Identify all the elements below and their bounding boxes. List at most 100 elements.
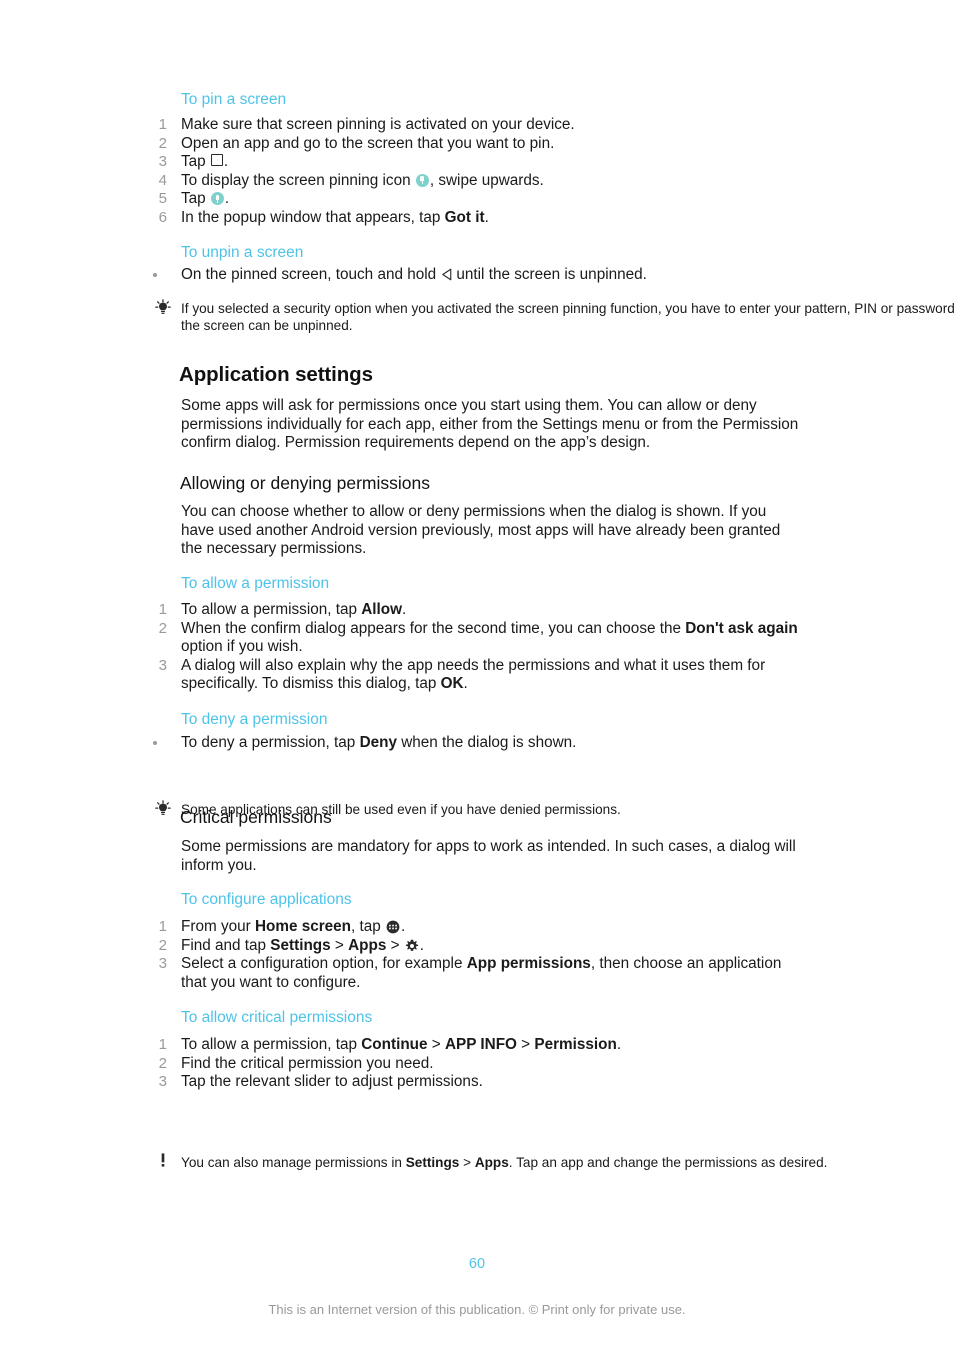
steps-deny-a-permission: To deny a permission, tap Deny when the …	[0, 734, 954, 753]
section-unpin-a-screen: To unpin a screen	[0, 243, 954, 262]
procedure-heading-allow-critical-permissions: To allow critical permissions	[181, 1009, 373, 1026]
step-item: 3 A dialog will also explain why the app…	[0, 657, 954, 694]
step-text: Open an app and go to the screen that yo…	[181, 134, 555, 152]
note-emphasis: Settings	[405, 1155, 460, 1170]
step-item: 1 Make sure that screen pinning is activ…	[0, 116, 954, 135]
step-emphasis: Allow	[361, 601, 403, 618]
step-emphasis: Don't ask again	[685, 619, 798, 637]
step-text-pre: From your	[181, 918, 255, 935]
step-text-post: .	[616, 1036, 622, 1053]
step-text: Find the critical permission you need.	[181, 1054, 434, 1072]
steps-configure-applications: 1 From your Home screen, tap . 2 Find an…	[0, 918, 954, 992]
section-allow-critical-permissions: To allow critical permissions	[0, 1008, 954, 1027]
step-emphasis-2: APP INFO	[444, 1036, 517, 1053]
step-item: 3 Select a configuration option, for exa…	[0, 955, 954, 992]
step-item: 2 When the confirm dialog appears for th…	[0, 620, 954, 657]
subsection-heading-critical-permissions: Critical permissions	[180, 807, 332, 827]
bullet-text-post: when the dialog is shown.	[396, 734, 577, 751]
step-text-post: .	[484, 208, 489, 226]
steps-pin-a-screen: 1 Make sure that screen pinning is activ…	[0, 116, 954, 228]
step-text: Make sure that screen pinning is activat…	[181, 116, 575, 133]
step-number: 1	[158, 1036, 167, 1053]
step-emphasis: Got it	[444, 208, 485, 226]
lightbulb-tip-icon	[155, 299, 171, 314]
section-configure-applications: To configure applications	[0, 890, 954, 909]
procedure-heading-deny-a-permission: To deny a permission	[181, 711, 328, 728]
step-item: 2 Open an app and go to the screen that …	[0, 135, 954, 154]
step-text-post: .	[223, 153, 229, 171]
step-separator: >	[330, 936, 349, 954]
bullet-text-pre: To deny a permission, tap	[181, 734, 360, 751]
step-text-pre: When the confirm dialog appears for the …	[181, 619, 686, 637]
step-text-post: .	[401, 918, 406, 935]
step-emphasis: Home screen	[254, 918, 352, 935]
step-text-mid: , tap	[351, 918, 386, 935]
tip-note-unpin: If you selected a security option when y…	[0, 299, 954, 334]
step-number: 3	[158, 153, 167, 171]
back-arrow-icon	[442, 268, 452, 281]
step-number: 6	[158, 208, 167, 226]
gear-icon	[405, 939, 418, 951]
step-text: Tap the relevant slider to adjust permis…	[181, 1073, 483, 1091]
step-text-pre: Tap	[181, 190, 210, 208]
step-text-pre: To display the screen pinning icon	[181, 171, 415, 189]
bullet-emphasis: Deny	[359, 734, 397, 751]
step-text-post: .	[419, 936, 425, 954]
step-number: 2	[158, 1054, 167, 1072]
steps-unpin-a-screen: On the pinned screen, touch and hold unt…	[0, 266, 954, 285]
procedure-heading-pin-a-screen: To pin a screen	[181, 91, 287, 108]
step-number: 2	[158, 134, 167, 152]
step-text-pre: Select a configuration option, for examp…	[181, 955, 467, 973]
paragraph-text: Some permissions are mandatory for apps …	[181, 838, 796, 874]
allowing-denying-intro: You can choose whether to allow or deny …	[0, 503, 954, 559]
step-text-pre: A dialog will also explain why the app n…	[181, 656, 766, 693]
bullet-item: To deny a permission, tap Deny when the …	[0, 734, 954, 753]
step-text-pre: To allow a permission, tap	[181, 1036, 362, 1053]
step-item: 4 To display the screen pinning icon , s…	[0, 172, 954, 191]
step-item: 3 Tap .	[0, 153, 954, 172]
page-title-application-settings: Application settings	[179, 363, 373, 386]
step-number: 1	[158, 918, 167, 935]
step-separator: >	[427, 1036, 445, 1053]
note-separator: >	[459, 1155, 475, 1170]
step-emphasis: Continue	[361, 1036, 428, 1053]
bullet-item: On the pinned screen, touch and hold unt…	[0, 266, 954, 285]
step-emphasis: OK	[440, 675, 464, 693]
document-page: To pin a screen 1 Make sure that screen …	[0, 0, 954, 1350]
step-separator-2: >	[386, 936, 404, 954]
section-pin-a-screen: To pin a screen	[0, 90, 954, 109]
steps-allow-critical-permissions: 1 To allow a permission, tap Continue > …	[0, 1036, 954, 1092]
step-number: 1	[158, 116, 167, 133]
step-item: 1 From your Home screen, tap .	[0, 918, 954, 937]
step-item: 6 In the popup window that appears, tap …	[0, 209, 954, 228]
paragraph-text: You can choose whether to allow or deny …	[181, 503, 781, 558]
step-text-pre: In the popup window that appears, tap	[181, 208, 445, 226]
steps-allow-a-permission: 1 To allow a permission, tap Allow. 2 Wh…	[0, 601, 954, 694]
step-number: 3	[158, 955, 167, 973]
footer-copyright-note: This is an Internet version of this publ…	[268, 1302, 686, 1317]
step-text-post: .	[224, 190, 230, 208]
note-text-post: . Tap an app and change the permissions …	[508, 1155, 828, 1170]
note-text-pre: You can also manage permissions in	[181, 1155, 406, 1170]
section-deny-a-permission: To deny a permission	[0, 710, 954, 729]
screen-pin-icon	[210, 192, 224, 206]
step-item: 2 Find the critical permission you need.	[0, 1055, 954, 1074]
section-allow-a-permission: To allow a permission	[0, 574, 954, 593]
step-number: 2	[158, 936, 167, 954]
application-settings-intro: Some apps will ask for permissions once …	[0, 397, 954, 453]
section-application-settings: Application settings	[0, 363, 954, 387]
step-item: 1 To allow a permission, tap Continue > …	[0, 1036, 954, 1055]
step-text-pre: To allow a permission, tap	[181, 601, 362, 618]
step-separator-2: >	[516, 1036, 535, 1053]
step-number: 4	[158, 171, 167, 189]
note-emphasis-2: Apps	[474, 1155, 509, 1170]
tip-text: If you selected a security option when y…	[181, 301, 954, 333]
step-item: 3 Tap the relevant slider to adjust perm…	[0, 1073, 954, 1092]
step-text-post: , swipe upwards.	[429, 171, 544, 189]
app-drawer-icon	[386, 920, 400, 934]
step-number: 3	[158, 1073, 167, 1091]
step-text-pre: Find and tap	[181, 936, 271, 954]
bullet-marker	[143, 266, 167, 285]
step-emphasis: Settings	[270, 936, 331, 954]
step-text-post: .	[463, 675, 468, 693]
